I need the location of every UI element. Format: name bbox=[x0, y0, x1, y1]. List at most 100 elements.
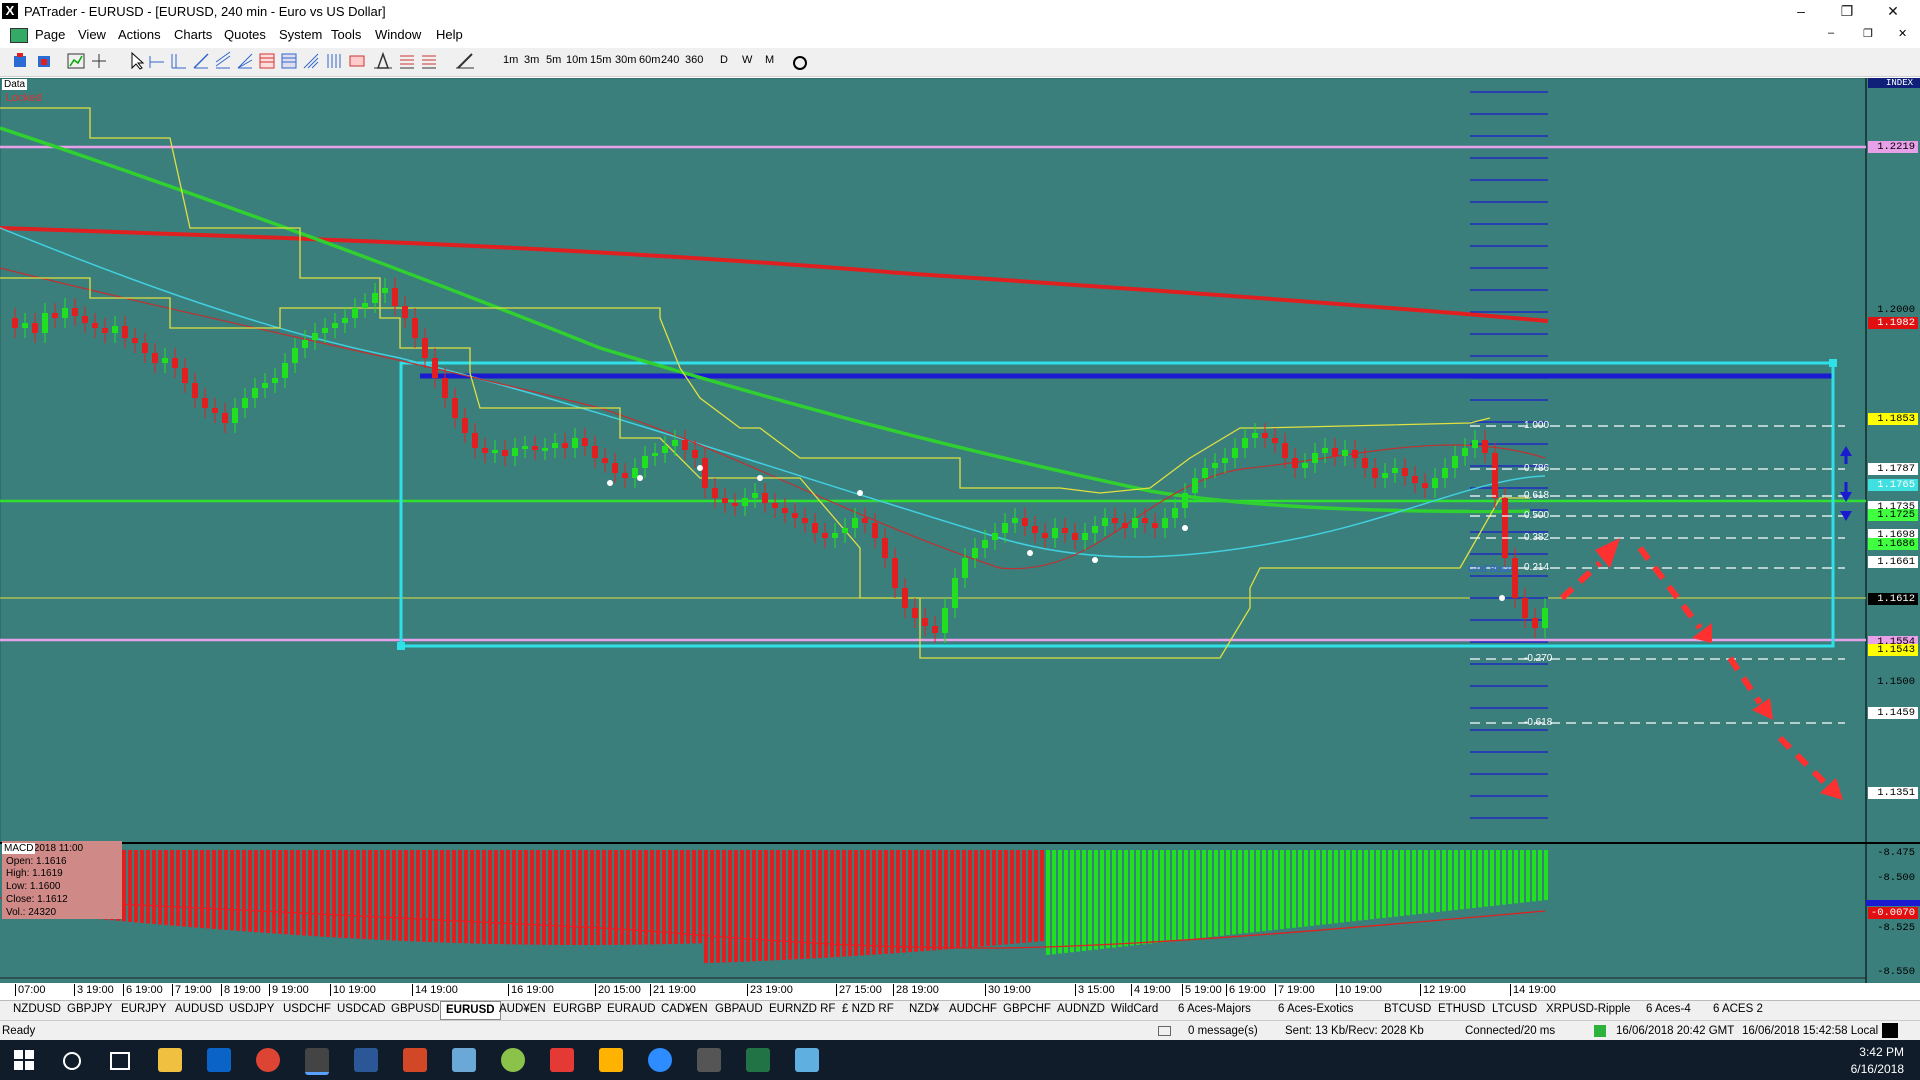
symbol-tab[interactable]: EURJPY bbox=[116, 1003, 171, 1015]
symbol-tab[interactable]: EURNZD RF bbox=[764, 1003, 840, 1015]
chart-canvas[interactable] bbox=[0, 78, 1920, 983]
tf-60m[interactable]: 60m bbox=[639, 54, 660, 66]
clock-date[interactable]: 6/16/2018 bbox=[1851, 1062, 1904, 1076]
pen-icon[interactable] bbox=[456, 53, 474, 69]
menu-actions[interactable]: Actions bbox=[118, 27, 161, 42]
symbol-tab[interactable]: AUD¥EN bbox=[494, 1003, 551, 1015]
zoom-icon[interactable] bbox=[648, 1048, 672, 1072]
vline-icon[interactable] bbox=[171, 54, 186, 69]
app-yellow-icon[interactable] bbox=[599, 1048, 623, 1072]
child-restore-icon[interactable]: ❐ bbox=[1863, 27, 1873, 40]
symbol-tab[interactable]: 6 ACES 2 bbox=[1708, 1003, 1768, 1015]
notes-icon[interactable] bbox=[452, 1048, 476, 1072]
symbol-tab[interactable]: GBPCHF bbox=[998, 1003, 1056, 1015]
file-explorer-icon[interactable] bbox=[158, 1048, 182, 1072]
chrome-icon[interactable] bbox=[256, 1048, 280, 1072]
tf-1m[interactable]: 1m bbox=[503, 54, 518, 66]
text-tool-icon[interactable] bbox=[374, 51, 392, 69]
symbol-tab[interactable]: ETHUSD bbox=[1433, 1003, 1490, 1015]
menu-view[interactable]: View bbox=[78, 27, 106, 42]
crosshair-icon[interactable] bbox=[92, 54, 106, 68]
windows-start-icon[interactable] bbox=[14, 1050, 34, 1070]
symbol-tab[interactable]: BTCUSD bbox=[1379, 1003, 1436, 1015]
outlook-icon[interactable] bbox=[207, 1048, 231, 1072]
symbol-tab[interactable]: NZDUSD bbox=[8, 1003, 66, 1015]
calculator-icon[interactable] bbox=[697, 1048, 721, 1072]
symbol-tab[interactable]: XRPUSD-Ripple bbox=[1541, 1003, 1635, 1015]
menu-system[interactable]: System bbox=[279, 27, 322, 42]
status-messages[interactable]: 0 message(s) bbox=[1188, 1025, 1258, 1037]
symbol-tab[interactable]: 6 Aces-Exotics bbox=[1273, 1003, 1358, 1015]
chart-icon[interactable] bbox=[67, 53, 85, 69]
symbol-tab[interactable]: EURUSD bbox=[440, 1001, 501, 1020]
word-icon[interactable] bbox=[354, 1048, 378, 1072]
symbol-tab[interactable]: GBPUSD bbox=[386, 1003, 445, 1015]
menu-tools[interactable]: Tools bbox=[331, 27, 361, 42]
symbol-tab[interactable]: AUDUSD bbox=[170, 1003, 229, 1015]
symbol-tab[interactable]: £ NZD RF bbox=[837, 1003, 899, 1015]
menu-quotes[interactable]: Quotes bbox=[224, 27, 266, 42]
gridbase-icon[interactable] bbox=[422, 55, 436, 69]
resize-icon[interactable] bbox=[1882, 1023, 1898, 1038]
alert-icon[interactable] bbox=[38, 56, 50, 67]
app-red-icon[interactable] bbox=[550, 1048, 574, 1072]
tf-10m[interactable]: 10m bbox=[566, 54, 587, 66]
tf-30m[interactable]: 30m bbox=[615, 54, 636, 66]
menu-help[interactable]: Help bbox=[436, 27, 463, 42]
symbol-tab[interactable]: AUDNZD bbox=[1052, 1003, 1110, 1015]
order-icon[interactable] bbox=[14, 53, 26, 67]
trendline-icon[interactable] bbox=[193, 53, 209, 69]
task-view-icon[interactable] bbox=[110, 1052, 130, 1070]
child-close-icon[interactable]: ✕ bbox=[1898, 27, 1907, 40]
powerpoint-icon[interactable] bbox=[403, 1048, 427, 1072]
app-blue-icon[interactable] bbox=[795, 1048, 819, 1072]
excel-icon[interactable] bbox=[746, 1048, 770, 1072]
tf-15m[interactable]: 15m bbox=[590, 54, 611, 66]
menu-charts[interactable]: Charts bbox=[174, 27, 212, 42]
tf-5m[interactable]: 5m bbox=[546, 54, 561, 66]
menu-page[interactable]: Page bbox=[35, 27, 65, 42]
clock-time[interactable]: 3:42 PM bbox=[1859, 1045, 1904, 1059]
tf-240[interactable]: 240 bbox=[661, 54, 679, 66]
symbol-tab[interactable]: AUDCHF bbox=[944, 1003, 1002, 1015]
rectangle-icon[interactable] bbox=[349, 55, 365, 67]
levels-icon[interactable] bbox=[400, 55, 414, 69]
chart-area[interactable]: Data Locked INDEX 1.2219 1.2000 1.1982 1.18… bbox=[0, 78, 1920, 996]
clock-icon[interactable] bbox=[793, 56, 807, 70]
symbol-tab[interactable]: USDCAD bbox=[332, 1003, 391, 1015]
patrader-icon[interactable] bbox=[305, 1048, 329, 1075]
menu-window[interactable]: Window bbox=[375, 27, 421, 42]
maximize-button[interactable]: ❐ bbox=[1824, 0, 1870, 22]
cursor-icon[interactable] bbox=[131, 51, 145, 70]
app-green-icon[interactable] bbox=[501, 1048, 525, 1072]
symbol-tab[interactable]: 6 Aces-4 bbox=[1641, 1003, 1696, 1015]
tf-weekly[interactable]: W bbox=[742, 54, 752, 66]
symbol-tab[interactable]: LTCUSD bbox=[1487, 1003, 1542, 1015]
search-icon[interactable] bbox=[63, 1052, 81, 1070]
symbol-tab[interactable]: USDCHF bbox=[278, 1003, 336, 1015]
hline-icon[interactable] bbox=[149, 56, 164, 68]
fib-fan-icon[interactable] bbox=[237, 53, 253, 69]
tf-3m[interactable]: 3m bbox=[524, 54, 539, 66]
symbol-tab[interactable]: EURAUD bbox=[602, 1003, 661, 1015]
mail-icon[interactable] bbox=[1158, 1026, 1171, 1036]
pitchfork-icon[interactable] bbox=[303, 53, 319, 69]
symbol-tab[interactable]: USDJPY bbox=[224, 1003, 279, 1015]
tf-monthly[interactable]: M bbox=[765, 54, 774, 66]
symbol-tab[interactable]: 6 Aces-Majors bbox=[1173, 1003, 1256, 1015]
page-icon[interactable] bbox=[10, 28, 28, 43]
child-minimize-icon[interactable]: – bbox=[1828, 27, 1834, 39]
symbol-tab[interactable]: EURGBP bbox=[548, 1003, 607, 1015]
symbol-tab[interactable]: WildCard bbox=[1106, 1003, 1163, 1015]
symbol-tab[interactable]: GBPJPY bbox=[62, 1003, 117, 1015]
tf-daily[interactable]: D bbox=[720, 54, 728, 66]
channel-icon[interactable] bbox=[215, 51, 231, 69]
gann-icon[interactable] bbox=[327, 54, 341, 68]
fib-retracement-icon[interactable] bbox=[259, 53, 275, 69]
symbol-tab[interactable]: GBPAUD bbox=[710, 1003, 768, 1015]
tf-360[interactable]: 360 bbox=[685, 54, 703, 66]
fib-extension-icon[interactable] bbox=[281, 53, 297, 69]
minimize-button[interactable]: – bbox=[1778, 0, 1824, 22]
close-button[interactable]: ✕ bbox=[1870, 0, 1916, 22]
symbol-tab[interactable]: NZD¥ bbox=[904, 1003, 944, 1015]
